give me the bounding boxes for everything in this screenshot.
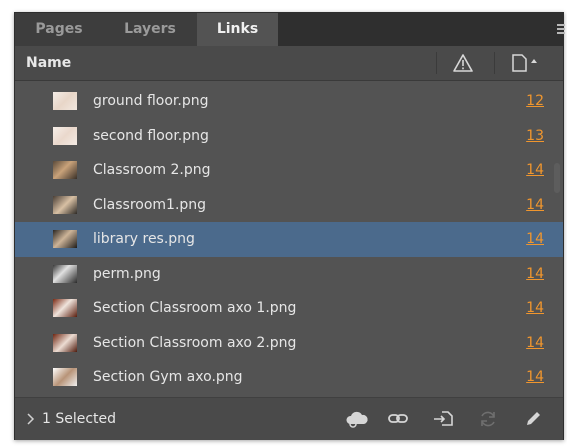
links-list: ground floor.png 12 second floor.png 13 Clas… — [15, 84, 563, 395]
scrollbar[interactable] — [554, 163, 560, 193]
link-row[interactable]: library res.png 14 — [15, 222, 563, 257]
link-thumbnail — [53, 92, 77, 110]
link-thumbnail — [53, 264, 77, 283]
link-page-number[interactable]: 14 — [526, 188, 544, 222]
link-page-number[interactable]: 14 — [526, 326, 544, 360]
link-page-number[interactable]: 14 — [526, 291, 544, 325]
warning-triangle-icon[interactable] — [453, 54, 473, 76]
link-thumbnail — [53, 299, 77, 317]
link-filename: second floor.png — [93, 127, 209, 144]
link-row[interactable]: Classroom 2.png 14 — [15, 153, 563, 188]
link-thumbnail — [53, 368, 77, 386]
link-thumbnail — [53, 333, 77, 352]
link-page-number[interactable]: 13 — [526, 119, 544, 153]
name-column-header[interactable]: Name — [26, 46, 71, 80]
link-row[interactable]: Section Classroom axo 2.png 14 — [15, 326, 563, 361]
link-row[interactable]: second floor.png 13 — [15, 119, 563, 154]
edit-original-icon[interactable] — [523, 409, 543, 433]
tab-links[interactable]: Links — [197, 13, 278, 46]
page-icon[interactable] — [511, 54, 541, 76]
update-link-icon[interactable] — [478, 409, 498, 433]
sort-up-icon — [531, 59, 537, 63]
link-filename: perm.png — [93, 265, 161, 282]
link-filename: Section Classroom axo 2.png — [93, 334, 297, 351]
tab-bar-empty — [278, 13, 563, 46]
go-to-link-icon[interactable] — [433, 409, 455, 433]
panel-menu-icon[interactable] — [557, 24, 565, 34]
links-panel: Pages Layers Links Name ground floor.png… — [14, 12, 565, 440]
panel-footer: 1 Selected — [15, 397, 563, 440]
link-thumbnail — [53, 161, 77, 179]
link-filename: Section Classroom axo 1.png — [93, 300, 297, 316]
tab-pages[interactable]: Pages — [15, 13, 103, 46]
cloud-library-icon[interactable] — [345, 409, 369, 433]
link-row[interactable]: Section Gym axo.png 14 — [15, 360, 563, 395]
link-row[interactable]: Section Classroom axo 1.png 14 — [15, 291, 563, 326]
link-thumbnail — [53, 230, 77, 248]
header-divider — [494, 52, 495, 74]
link-filename: Classroom1.png — [93, 196, 207, 213]
link-filename: Classroom 2.png — [93, 162, 211, 178]
tab-bar: Pages Layers Links — [15, 13, 565, 46]
link-thumbnail — [53, 126, 77, 145]
link-page-number[interactable]: 14 — [526, 257, 544, 291]
header-divider — [436, 52, 437, 74]
link-page-number[interactable]: 14 — [526, 153, 544, 187]
link-thumbnail — [53, 195, 77, 214]
link-row[interactable]: perm.png 14 — [15, 257, 563, 292]
link-page-number[interactable]: 12 — [526, 84, 544, 118]
link-page-number[interactable]: 14 — [526, 222, 544, 256]
tab-layers[interactable]: Layers — [103, 13, 197, 46]
link-row[interactable]: ground floor.png 12 — [15, 84, 563, 119]
link-filename: Section Gym axo.png — [93, 369, 243, 385]
chevron-right-icon[interactable] — [26, 411, 36, 430]
column-header: Name — [15, 46, 563, 81]
link-page-number[interactable]: 14 — [526, 360, 544, 394]
relink-icon[interactable] — [387, 409, 409, 433]
link-filename: library res.png — [93, 231, 195, 247]
link-filename: ground floor.png — [93, 93, 209, 109]
link-row[interactable]: Classroom1.png 14 — [15, 188, 563, 223]
selection-status: 1 Selected — [42, 411, 117, 427]
